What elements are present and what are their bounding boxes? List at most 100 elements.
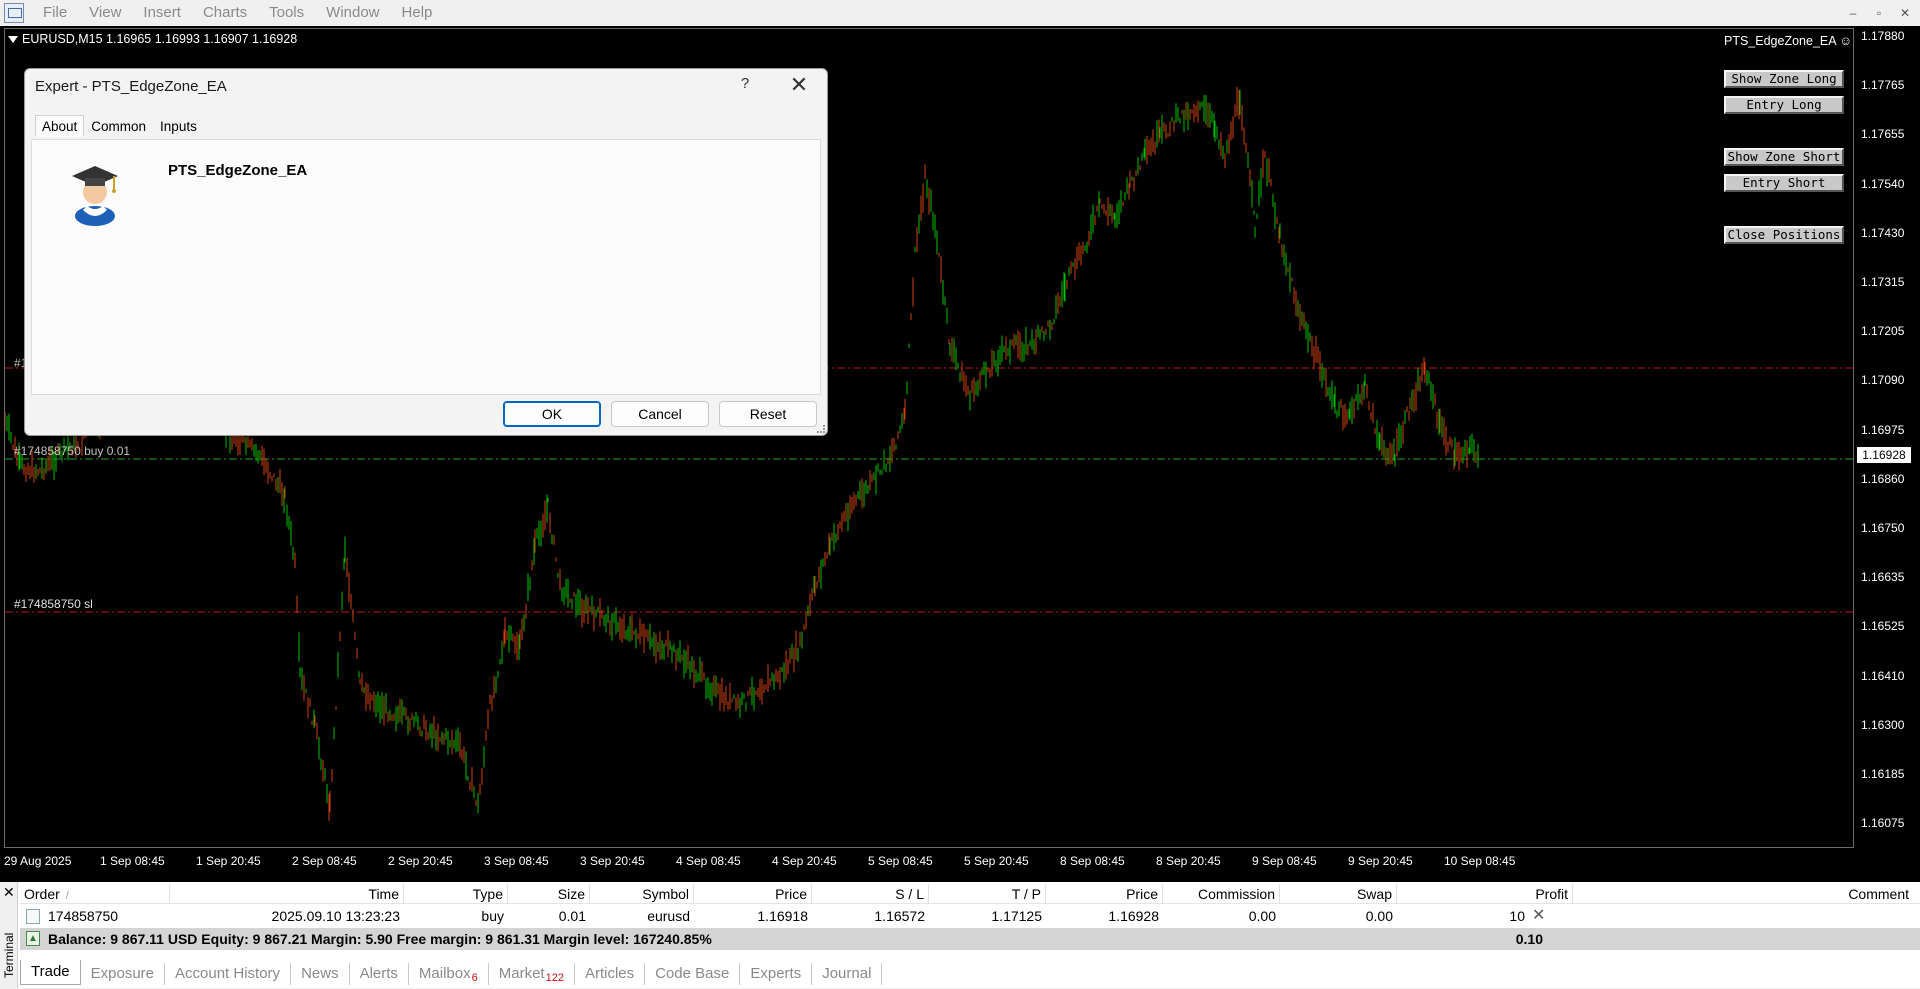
time-tick-label: 1 Sep 20:45 [196, 854, 261, 868]
table-row[interactable]: 174858750 2025.09.10 13:23:23 buy 0.01 e… [20, 906, 1920, 926]
dialog-title: Expert - PTS_EdgeZone_EA [35, 78, 227, 95]
tab-label: Code Base [655, 965, 730, 982]
menu-help[interactable]: Help [391, 0, 444, 26]
window-controls: – ▫ ✕ [1842, 3, 1916, 23]
cancel-button[interactable]: Cancel [611, 401, 709, 427]
show-zone-long-button[interactable]: Show Zone Long [1724, 70, 1844, 88]
position-current-price: 1.16928 [1108, 908, 1159, 924]
tab-common[interactable]: Common [84, 115, 153, 137]
show-zone-short-button[interactable]: Show Zone Short [1724, 148, 1844, 166]
collapse-triangle-icon[interactable] [8, 36, 18, 44]
time-tick-label: 5 Sep 20:45 [964, 854, 1029, 868]
menu-window[interactable]: Window [315, 0, 390, 26]
position-symbol: eurusd [647, 908, 690, 924]
tab-mailbox[interactable]: Mailbox6 [409, 963, 489, 985]
col-commission[interactable]: Commission [1163, 884, 1280, 904]
position-sl[interactable]: 1.16572 [812, 906, 929, 926]
col-current-price[interactable]: Price [1046, 884, 1163, 904]
price-tick-label: 1.16860 [1861, 471, 1905, 486]
col-type[interactable]: Type [404, 884, 508, 904]
ok-button[interactable]: OK [503, 401, 601, 427]
col-time[interactable]: Time [170, 884, 404, 904]
sl-order-label: #174858750 sl [14, 597, 93, 611]
col-profit[interactable]: Profit [1397, 884, 1573, 904]
price-tick-label: 1.17430 [1861, 225, 1905, 240]
menu-insert[interactable]: Insert [132, 0, 192, 26]
dialog-close-icon[interactable]: ✕ [785, 73, 813, 97]
col-order[interactable]: Order / [20, 884, 170, 904]
price-tick-label: 1.17315 [1861, 275, 1905, 289]
expert-dialog: Expert - PTS_EdgeZone_EA ? ✕ About Commo… [24, 68, 828, 436]
menu-charts[interactable]: Charts [192, 0, 258, 26]
minimize-icon[interactable]: – [1842, 3, 1864, 23]
close-position-icon[interactable]: ✕ [1532, 906, 1545, 926]
menu-bar: File View Insert Charts Tools Window Hel… [0, 0, 1920, 26]
buy-order-label: #174858750 buy 0.01 [14, 444, 131, 458]
col-tp[interactable]: T / P [929, 884, 1046, 904]
price-tick-label: 1.17540 [1861, 176, 1905, 191]
close-positions-button[interactable]: Close Positions [1724, 226, 1844, 244]
time-tick-label: 1 Sep 08:45 [100, 854, 165, 868]
price-tick-label: 1.16185 [1861, 767, 1905, 781]
balance-row: ▲ Balance: 9 867.11 USD Equity: 9 867.21… [20, 928, 1920, 950]
tab-inputs[interactable]: Inputs [153, 115, 204, 137]
position-tp[interactable]: 1.17125 [929, 906, 1046, 926]
restore-icon[interactable]: ▫ [1868, 3, 1890, 23]
tab-news[interactable]: News [291, 963, 350, 985]
tab-experts[interactable]: Experts [740, 963, 813, 985]
tab-label: Journal [822, 965, 872, 982]
price-tick-label: 1.16075 [1861, 816, 1905, 831]
tab-exposure[interactable]: Exposure [81, 963, 166, 985]
close-icon[interactable]: ✕ [1894, 3, 1916, 23]
position-swap: 0.00 [1365, 908, 1393, 924]
col-price[interactable]: Price [694, 884, 812, 904]
symbol-info-text: EURUSD,M15 1.16965 1.16993 1.16907 1.169… [22, 32, 298, 46]
col-symbol[interactable]: Symbol [590, 884, 694, 904]
resize-grip-icon[interactable] [817, 425, 825, 433]
tab-market[interactable]: Market122 [489, 963, 575, 985]
tab-trade[interactable]: Trade [20, 960, 81, 985]
time-tick-label: 2 Sep 08:45 [292, 854, 357, 868]
tab-label: Alerts [359, 965, 398, 982]
symbol-info: EURUSD,M15 1.16965 1.16993 1.16907 1.169… [8, 32, 297, 46]
position-icon [26, 909, 40, 924]
time-tick-label: 9 Sep 20:45 [1348, 854, 1413, 868]
entry-long-button[interactable]: Entry Long [1724, 96, 1844, 114]
current-price-label: 1.16928 [1857, 447, 1911, 463]
tab-label: Market [498, 965, 545, 982]
balance-summary: Balance: 9 867.11 USD Equity: 9 867.21 M… [48, 931, 712, 947]
tab-articles[interactable]: Articles [575, 963, 646, 985]
time-tick-label: 2 Sep 20:45 [388, 854, 453, 868]
tab-journal[interactable]: Journal [812, 963, 883, 985]
time-tick-label: 4 Sep 08:45 [676, 854, 741, 868]
menu-file[interactable]: File [32, 0, 78, 26]
about-panel: PTS_EdgeZone_EA [31, 139, 821, 395]
app-icon[interactable] [4, 3, 24, 23]
terminal-close-icon[interactable]: ✕ [3, 884, 15, 901]
position-type: buy [481, 908, 504, 924]
menu-view[interactable]: View [78, 0, 132, 26]
reset-button[interactable]: Reset [719, 401, 817, 427]
col-swap[interactable]: Swap [1280, 884, 1397, 904]
expert-name: PTS_EdgeZone_EA [168, 162, 308, 179]
terminal-tabs: Trade Exposure Account History News Alerts Ma… [20, 959, 883, 985]
price-tick-label: 1.16300 [1861, 717, 1905, 732]
tab-code-base[interactable]: Code Base [645, 963, 741, 985]
position-order: 174858750 [48, 908, 119, 924]
price-tick-label: 1.16410 [1861, 668, 1905, 683]
price-tick-label: 1.17880 [1861, 29, 1905, 43]
tab-alerts[interactable]: Alerts [350, 963, 409, 985]
time-tick-label: 4 Sep 20:45 [772, 854, 837, 868]
time-tick-label: 9 Sep 08:45 [1252, 854, 1317, 868]
entry-short-button[interactable]: Entry Short [1724, 174, 1844, 192]
col-sl[interactable]: S / L [812, 884, 929, 904]
tab-about[interactable]: About [35, 115, 85, 137]
help-icon[interactable]: ? [733, 75, 757, 92]
position-commission: 0.00 [1248, 908, 1276, 924]
col-size[interactable]: Size [508, 884, 590, 904]
tab-label: Exposure [90, 965, 155, 982]
menu-tools[interactable]: Tools [258, 0, 315, 26]
tab-account-history[interactable]: Account History [165, 963, 292, 985]
col-comment[interactable]: Comment [1573, 884, 1913, 904]
price-tick-label: 1.17655 [1861, 127, 1905, 142]
